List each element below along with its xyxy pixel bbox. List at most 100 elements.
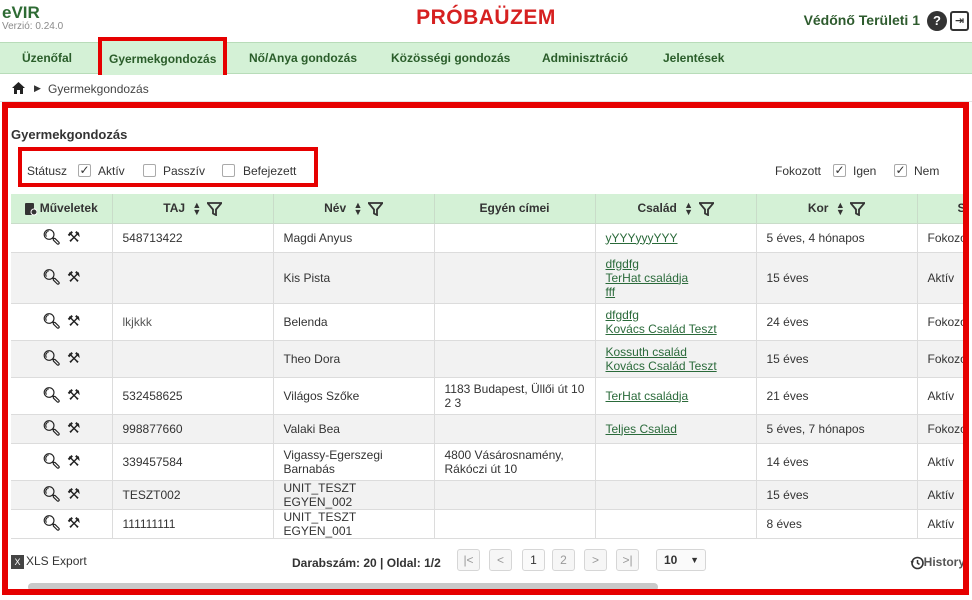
search-icon[interactable]: 🔍︎ <box>42 388 61 403</box>
cell-kor: 21 éves <box>756 377 918 415</box>
status-passziv-checkbox[interactable] <box>143 164 156 177</box>
status-befejezett-checkbox[interactable] <box>222 164 235 177</box>
last-page-button[interactable]: >| <box>616 549 639 571</box>
horizontal-scrollbar[interactable] <box>28 583 658 589</box>
sort-icon[interactable]: ▲ ▼ <box>192 200 201 216</box>
search-icon[interactable]: 🔍︎ <box>42 351 61 366</box>
user-name[interactable]: Védőnő Területi 1 <box>804 12 920 28</box>
xls-icon: X <box>11 554 24 569</box>
fokozott-nem-label[interactable]: Nem <box>914 164 939 178</box>
family-link[interactable]: TerHat családja <box>606 271 746 285</box>
sort-icon[interactable]: ▲ ▼ <box>836 200 845 216</box>
row-actions: 🔍︎ ⚒ <box>11 377 113 415</box>
home-icon[interactable] <box>12 82 25 94</box>
prev-page-button[interactable]: < <box>489 549 512 571</box>
nav-item-gyermekgondozas[interactable]: Gyermekgondozás <box>97 37 228 81</box>
settings-icon[interactable] <box>24 202 38 216</box>
search-icon[interactable]: 🔍︎ <box>42 230 61 245</box>
logout-icon[interactable]: ⇥ <box>950 11 969 31</box>
chevron-down-icon: ▼ <box>690 555 699 565</box>
page-title: Gyermekgondozás <box>11 127 128 142</box>
cell-csalad <box>595 443 757 481</box>
status-aktiv-label[interactable]: Aktív <box>98 164 125 178</box>
family-link[interactable]: dfgdfg <box>606 257 746 271</box>
family-link[interactable]: Kovács Család Teszt <box>606 359 746 373</box>
tools-icon[interactable]: ⚒ <box>67 388 80 403</box>
cell-kor: 8 éves <box>756 509 918 539</box>
status-aktiv-checkbox[interactable]: ✓ <box>78 164 91 177</box>
nav-item-uzenofal[interactable]: Üzenőfal <box>14 43 80 74</box>
cell-cim: 4800 Vásárosnamény, Rákóczi út 10 <box>434 443 596 481</box>
search-icon[interactable]: 🔍︎ <box>42 421 61 436</box>
search-icon[interactable]: 🔍︎ <box>42 454 61 469</box>
breadcrumb-current: Gyermekgondozás <box>48 82 149 96</box>
next-page-button[interactable]: > <box>584 549 607 571</box>
column-header-status[interactable]: S <box>917 194 963 224</box>
family-link[interactable]: Kovács Család Teszt <box>606 322 746 336</box>
search-icon[interactable]: 🔍︎ <box>42 270 61 285</box>
status-befejezett-label[interactable]: Befejezett <box>243 164 296 178</box>
page-button-2[interactable]: 2 <box>552 549 575 571</box>
column-header-kor[interactable]: Kor ▲ ▼ <box>756 194 918 224</box>
filter-icon[interactable] <box>206 201 222 216</box>
table-row: 🔍︎ ⚒ 532458625 Világos Szőke 1183 Budapes… <box>11 377 963 415</box>
family-link[interactable]: yYYYyyyYYY <box>606 231 746 245</box>
first-page-button[interactable]: |< <box>457 549 480 571</box>
fokozott-igen-checkbox[interactable]: ✓ <box>833 164 846 177</box>
tools-icon[interactable]: ⚒ <box>67 421 80 436</box>
sort-icon[interactable]: ▲ ▼ <box>684 200 693 216</box>
family-link[interactable]: fff <box>606 285 746 299</box>
family-link[interactable]: Kossuth család <box>606 345 746 359</box>
family-link[interactable]: Teljes Csalad <box>606 422 746 436</box>
search-icon[interactable]: 🔍︎ <box>42 487 61 502</box>
cell-kor: 5 éves, 4 hónapos <box>756 223 918 253</box>
xls-export-button[interactable]: X XLS Export <box>11 554 87 569</box>
sort-icon[interactable]: ▲ ▼ <box>354 200 363 216</box>
family-link[interactable]: TerHat családja <box>606 389 746 403</box>
filter-icon[interactable] <box>698 201 714 216</box>
page-button-1[interactable]: 1 <box>522 549 545 571</box>
main-nav: Üzenőfal Gyermekgondozás Nő/Anya gondozá… <box>0 37 972 81</box>
table-footer: X XLS Export Darabszám: 20 | Oldal: 1/2 |… <box>8 546 963 580</box>
tools-icon[interactable]: ⚒ <box>67 230 80 245</box>
history-button[interactable]: History <box>910 555 963 570</box>
nav-item-adminisztracio[interactable]: Adminisztráció <box>534 43 636 74</box>
cell-csalad: TerHat családja <box>595 377 757 415</box>
tools-icon[interactable]: ⚒ <box>67 487 80 502</box>
fokozott-igen-label[interactable]: Igen <box>853 164 876 178</box>
cell-nev: UNIT_TESZT EGYEN_002 <box>273 480 435 510</box>
help-icon[interactable]: ? <box>927 11 947 31</box>
cell-taj <box>112 340 274 378</box>
tools-icon[interactable]: ⚒ <box>67 454 80 469</box>
row-actions: 🔍︎ ⚒ <box>11 414 113 444</box>
column-header-csalad[interactable]: Család ▲ ▼ <box>595 194 757 224</box>
page-size-select[interactable]: 10 ▼ <box>656 549 706 571</box>
nav-item-no-anya-gondozas[interactable]: Nő/Anya gondozás <box>241 43 365 74</box>
cell-csalad: dfgdfg TerHat családja fff <box>595 252 757 304</box>
search-icon[interactable]: 🔍︎ <box>42 314 61 329</box>
filter-icon[interactable] <box>367 201 383 216</box>
column-header-taj[interactable]: TAJ ▲ ▼ <box>112 194 274 224</box>
search-icon[interactable]: 🔍︎ <box>42 516 61 531</box>
table-row: 🔍︎ ⚒ 548713422 Magdi Anyus yYYYyyyYYY 5 é… <box>11 223 963 253</box>
status-passziv-label[interactable]: Passzív <box>163 164 205 178</box>
row-actions: 🔍︎ ⚒ <box>11 443 113 481</box>
fokozott-nem-checkbox[interactable]: ✓ <box>894 164 907 177</box>
tools-icon[interactable]: ⚒ <box>67 516 80 531</box>
cell-status: Aktív <box>917 443 963 481</box>
cell-nev: Világos Szőke <box>273 377 435 415</box>
cell-csalad: dfgdfg Kovács Család Teszt <box>595 303 757 341</box>
tools-icon[interactable]: ⚒ <box>67 270 80 285</box>
nav-item-kozossegi-gondozas[interactable]: Közösségi gondozás <box>383 43 518 74</box>
tools-icon[interactable]: ⚒ <box>67 351 80 366</box>
cell-taj: 998877660 <box>112 414 274 444</box>
column-header-nev[interactable]: Név ▲ ▼ <box>273 194 435 224</box>
filter-icon[interactable] <box>850 201 866 216</box>
cell-nev: Kis Pista <box>273 252 435 304</box>
record-count: Darabszám: 20 | Oldal: 1/2 <box>292 556 441 570</box>
tools-icon[interactable]: ⚒ <box>67 314 80 329</box>
table-row: 🔍︎ ⚒ TESZT002 UNIT_TESZT EGYEN_002 15 éve… <box>11 480 963 510</box>
cell-csalad: yYYYyyyYYY <box>595 223 757 253</box>
nav-item-jelentesek[interactable]: Jelentések <box>655 43 732 74</box>
family-link[interactable]: dfgdfg <box>606 308 746 322</box>
